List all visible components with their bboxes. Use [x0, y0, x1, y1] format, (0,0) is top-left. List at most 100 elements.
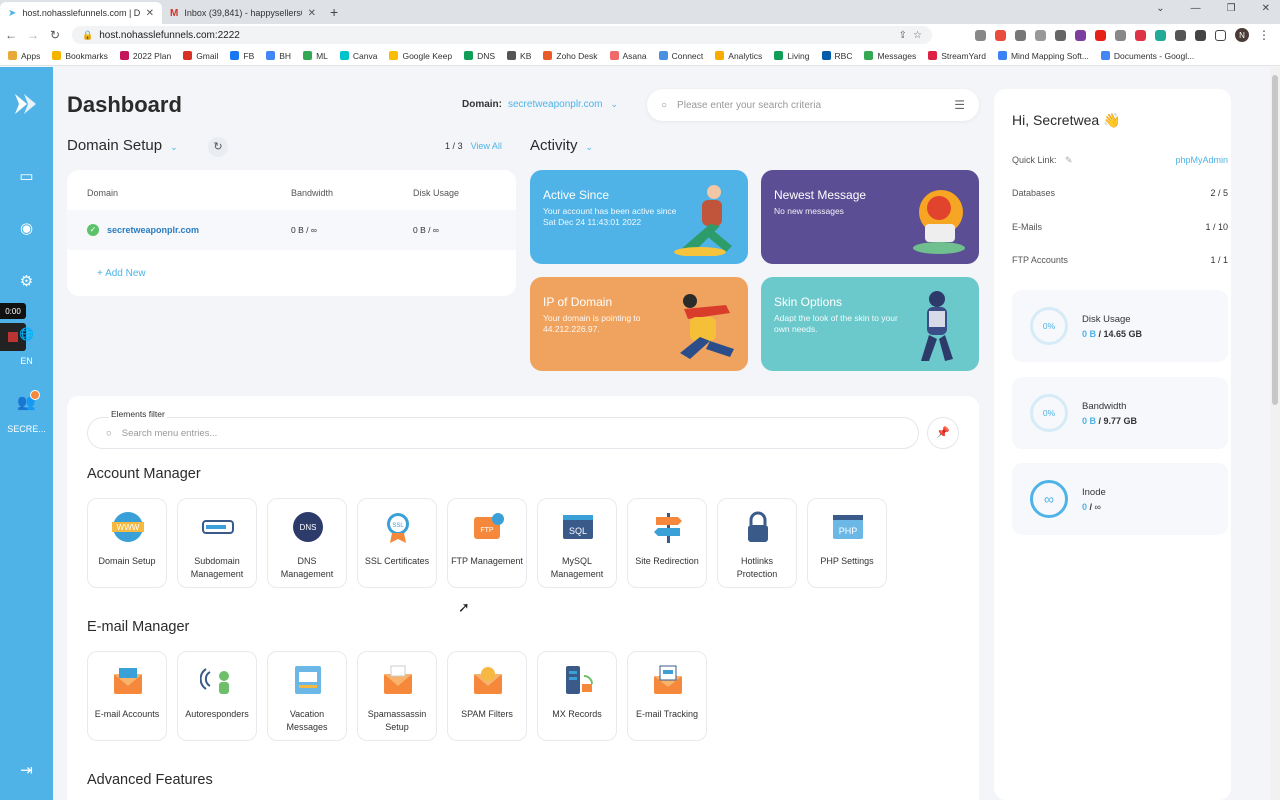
extension-icon[interactable] — [1115, 29, 1126, 41]
more-icon[interactable]: ⋮ — [1258, 28, 1270, 42]
gear-icon[interactable]: ⚙ — [0, 272, 53, 290]
close-icon[interactable]: ✕ — [308, 8, 316, 19]
avatar[interactable]: N — [1235, 28, 1249, 42]
add-new-button[interactable]: + Add New — [97, 268, 146, 279]
tile-vacation-messages[interactable]: Vacation Messages — [267, 651, 347, 741]
chevron-down-icon[interactable]: ⌄ — [1156, 3, 1164, 14]
table-row[interactable]: ✓ secretweaponplr.com 0 B / ∞ 0 B / ∞ — [67, 210, 516, 250]
tile-dns-management[interactable]: DNS DNS Management — [267, 498, 347, 588]
tab-dashboard[interactable]: ➤ host.nohasslefunnels.com | Dash ✕ — [0, 2, 162, 24]
tile-autoresponders[interactable]: Autoresponders — [177, 651, 257, 741]
extension-icon[interactable] — [995, 29, 1006, 41]
new-tab-button[interactable]: + — [330, 4, 338, 20]
pin-button[interactable]: 📌 — [927, 417, 959, 449]
reload-button[interactable]: ↻ — [44, 28, 66, 42]
bookmark-item[interactable]: Gmail — [183, 51, 218, 61]
tile-ftp-management[interactable]: FTP FTP Management — [447, 498, 527, 588]
minimize-button[interactable]: — — [1191, 3, 1201, 14]
tile-php-settings[interactable]: PHP PHP Settings — [807, 498, 887, 588]
scrollbar[interactable] — [1270, 67, 1280, 800]
sidebar-icon[interactable] — [1215, 29, 1226, 41]
extension-icon[interactable] — [1155, 29, 1166, 41]
extension-icon[interactable] — [1135, 29, 1146, 41]
refresh-button[interactable]: ↻ — [208, 137, 228, 157]
extension-icon[interactable] — [975, 29, 986, 41]
user-circle-icon[interactable]: ◉ — [0, 219, 53, 237]
bandwidth-card: 0% Bandwidth 0 B / 9.77 GB — [1012, 377, 1228, 449]
forward-button[interactable]: → — [22, 28, 44, 42]
activity-heading[interactable]: Activity ⌄ — [530, 137, 593, 154]
phpmyadmin-link[interactable]: phpMyAdmin — [1175, 155, 1228, 165]
bookmark-item[interactable]: Connect — [658, 51, 703, 61]
bookmark-item[interactable]: Apps — [8, 51, 40, 61]
search-input[interactable]: ○ Please enter your search criteria ☰ — [647, 89, 979, 121]
bookmark-item[interactable]: Bookmarks — [52, 51, 108, 61]
close-window-button[interactable]: ✕ — [1262, 3, 1270, 14]
extension-icon[interactable] — [1055, 29, 1066, 41]
bookmark-item[interactable]: ML — [303, 51, 328, 61]
extension-icon[interactable] — [1095, 29, 1106, 41]
bookmark-item[interactable]: BH — [266, 51, 291, 61]
extension-icon[interactable] — [1075, 29, 1086, 41]
tile-e-mail-tracking[interactable]: E-mail Tracking — [627, 651, 707, 741]
logout-icon[interactable]: ⇥ — [0, 761, 53, 779]
extension-icon[interactable] — [1035, 29, 1046, 41]
bookmark-item[interactable]: Documents - Googl... — [1100, 51, 1194, 61]
share-icon[interactable]: ⇪ — [899, 30, 907, 41]
bookmark-item[interactable]: Zoho Desk — [543, 51, 598, 61]
extension-icon[interactable] — [1015, 29, 1026, 41]
puzzle-icon[interactable] — [1195, 29, 1206, 41]
tile-mysql-management[interactable]: SQL MySQL Management — [537, 498, 617, 588]
bookmark-icon — [715, 51, 725, 60]
restore-button[interactable]: ❐ — [1227, 3, 1236, 14]
star-icon[interactable]: ☆ — [913, 30, 922, 41]
dns-icon: DNS — [293, 512, 323, 542]
filter-settings-icon[interactable]: ☰ — [954, 98, 965, 112]
bookmark-item[interactable]: Living — [774, 51, 810, 61]
bookmark-item[interactable]: FB — [230, 51, 254, 61]
language-label[interactable]: EN — [0, 356, 53, 366]
site-favicon-icon: ➤ — [8, 7, 17, 19]
tab-inbox[interactable]: M Inbox (39,841) - happysellers09@ ✕ — [162, 2, 324, 24]
bookmark-item[interactable]: Canva — [339, 51, 377, 61]
pencil-icon[interactable]: ✎ — [1065, 155, 1073, 165]
tile-hotlinks-protection[interactable]: Hotlinks Protection — [717, 498, 797, 588]
bookmark-item[interactable]: RBC — [821, 51, 852, 61]
close-icon[interactable]: ✕ — [146, 8, 154, 19]
bookmark-item[interactable]: Messages — [864, 51, 916, 61]
tile-ssl-certificates[interactable]: SSL SSL Certificates — [357, 498, 437, 588]
tile-site-redirection[interactable]: Site Redirection — [627, 498, 707, 588]
tile-spamassassin-setup[interactable]: Spamassassin Setup — [357, 651, 437, 741]
bookmark-item[interactable]: DNS — [464, 51, 495, 61]
globe-icon[interactable]: 🌐 — [0, 327, 53, 341]
user-label[interactable]: SECRE... — [0, 424, 53, 434]
bookmark-item[interactable]: 2022 Plan — [119, 51, 171, 61]
bookmark-icon — [609, 51, 619, 60]
logo-icon[interactable] — [13, 91, 39, 117]
tile-mx-records[interactable]: MX Records — [537, 651, 617, 741]
bookmark-item[interactable]: StreamYard — [928, 51, 986, 61]
window-controls: ⌄ — ❐ ✕ — [1156, 3, 1270, 14]
bookmark-item[interactable]: Mind Mapping Soft... — [997, 51, 1089, 61]
bookmark-item[interactable]: Asana — [609, 51, 647, 61]
tile-spam-filters[interactable]: SPAM Filters — [447, 651, 527, 741]
domain-selector[interactable]: Domain: secretweaponplr.com ⌄ — [462, 99, 618, 110]
domain-setup-heading[interactable]: Domain Setup ⌄ — [67, 137, 178, 154]
menu-search-input[interactable]: ○ Search menu entries... — [87, 417, 919, 449]
chevron-down-icon: ⌄ — [610, 99, 619, 109]
tile-e-mail-accounts[interactable]: E-mail Accounts — [87, 651, 167, 741]
view-all-link[interactable]: View All — [471, 141, 502, 151]
infinity-ring: ∞ — [1030, 480, 1068, 518]
user-group-icon[interactable]: 👥 — [0, 393, 53, 411]
tile-domain-setup[interactable]: WWW Domain Setup — [87, 498, 167, 588]
tile-subdomain-management[interactable]: Subdomain Management — [177, 498, 257, 588]
bookmark-item[interactable]: Analytics — [715, 51, 762, 61]
extension-icon[interactable] — [1175, 29, 1186, 41]
back-button[interactable]: ← — [0, 28, 22, 42]
url-input[interactable]: 🔒 host.nohasslefunnels.com:2222 ⇪ ☆ — [72, 26, 932, 44]
bookmark-item[interactable]: Google Keep — [389, 51, 452, 61]
messages-icon[interactable]: ▭ — [0, 167, 53, 185]
main-content: Dashboard Domain: secretweaponplr.com ⌄ ○ … — [53, 67, 1280, 800]
bookmark-item[interactable]: KB — [507, 51, 531, 61]
domain-link[interactable]: secretweaponplr.com — [107, 225, 199, 235]
